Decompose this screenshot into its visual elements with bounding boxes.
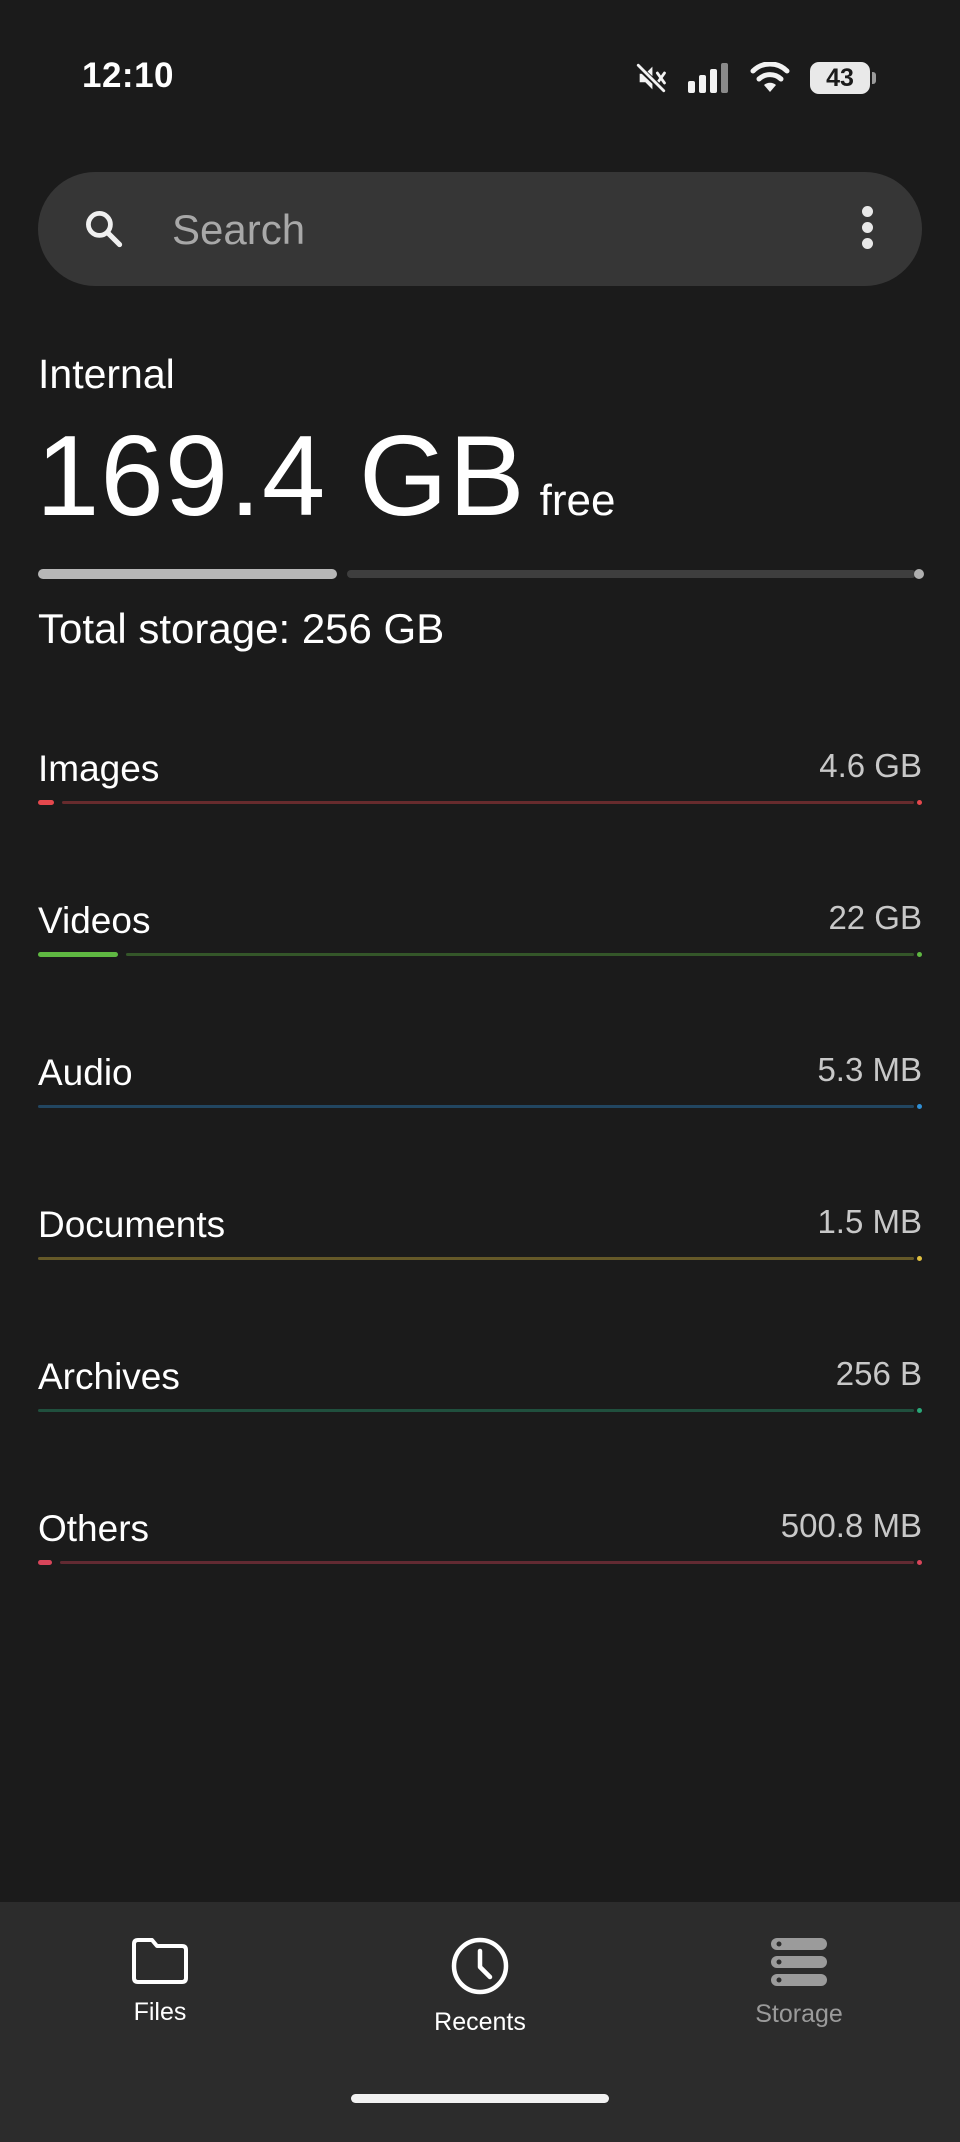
free-space: 169.4 GB free bbox=[36, 420, 616, 534]
nav-files-label: Files bbox=[133, 1998, 187, 2026]
file-manager-screen: 12:10 43 Search Internal 169.4 GB free T… bbox=[0, 0, 960, 2142]
storage-free-track bbox=[347, 570, 916, 578]
free-space-value: 169.4 GB bbox=[36, 413, 526, 540]
total-storage: Total storage: 256 GB bbox=[38, 605, 445, 652]
free-space-unit: free bbox=[539, 476, 616, 525]
category-size: 22 GB bbox=[828, 899, 922, 936]
folder-icon bbox=[60, 1936, 260, 1986]
category-name: Videos bbox=[38, 900, 151, 941]
more-vert-icon[interactable] bbox=[862, 206, 874, 250]
nav-files[interactable]: Files bbox=[60, 1936, 260, 2027]
status-bar: 12:10 43 bbox=[0, 0, 960, 150]
home-indicator[interactable] bbox=[351, 2094, 609, 2103]
storage-used-fill bbox=[38, 569, 337, 579]
mute-icon bbox=[634, 61, 668, 95]
storage-icon bbox=[699, 1936, 899, 1988]
status-time: 12:10 bbox=[82, 56, 175, 95]
battery-icon: 43 bbox=[810, 62, 876, 94]
category-name: Documents bbox=[38, 1204, 226, 1245]
category-bar-track bbox=[38, 1257, 914, 1260]
storage-bar-endcap bbox=[914, 569, 924, 579]
category-bar-track bbox=[38, 1105, 914, 1108]
category-bar bbox=[38, 1104, 922, 1109]
category-bar-track bbox=[60, 1561, 914, 1564]
search-input[interactable]: Search bbox=[172, 206, 305, 254]
nav-recents-label: Recents bbox=[434, 2008, 526, 2036]
category-bar bbox=[38, 1256, 922, 1261]
search-bar[interactable]: Search bbox=[38, 172, 922, 286]
category-size: 256 B bbox=[835, 1355, 922, 1392]
wifi-icon bbox=[750, 62, 790, 94]
category-archives[interactable]: Archives 256 B bbox=[38, 1355, 922, 1456]
category-bar-fill bbox=[38, 952, 118, 957]
category-name: Images bbox=[38, 748, 160, 789]
category-bar-endcap bbox=[917, 952, 922, 957]
clock-icon bbox=[380, 1936, 580, 1996]
signal-icon bbox=[688, 63, 730, 93]
category-size: 4.6 GB bbox=[819, 747, 922, 784]
battery-level: 43 bbox=[810, 62, 870, 94]
category-name: Archives bbox=[38, 1356, 180, 1397]
nav-recents[interactable]: Recents bbox=[380, 1936, 580, 2037]
category-bar bbox=[38, 952, 922, 957]
category-documents[interactable]: Documents 1.5 MB bbox=[38, 1203, 922, 1304]
category-name: Others bbox=[38, 1508, 150, 1549]
search-icon[interactable] bbox=[82, 207, 126, 256]
category-bar bbox=[38, 1408, 922, 1413]
category-size: 5.3 MB bbox=[817, 1051, 922, 1088]
category-size: 500.8 MB bbox=[780, 1507, 922, 1544]
storage-usage-bar bbox=[38, 569, 924, 579]
category-bar bbox=[38, 1560, 922, 1565]
category-bar-track bbox=[38, 1409, 914, 1412]
category-bar-endcap bbox=[917, 1256, 922, 1261]
category-bar-endcap bbox=[917, 1408, 922, 1413]
category-bar-endcap bbox=[917, 1560, 922, 1565]
category-videos[interactable]: Videos 22 GB bbox=[38, 899, 922, 1000]
category-bar-endcap bbox=[917, 1104, 922, 1109]
category-bar-fill bbox=[38, 800, 54, 805]
category-others[interactable]: Others 500.8 MB bbox=[38, 1507, 922, 1608]
nav-storage[interactable]: Storage bbox=[699, 1936, 899, 2029]
storage-volume-label: Internal bbox=[38, 351, 175, 397]
category-name: Audio bbox=[38, 1052, 133, 1093]
category-images[interactable]: Images 4.6 GB bbox=[38, 747, 922, 848]
category-bar bbox=[38, 800, 922, 805]
category-bar-track bbox=[126, 953, 914, 956]
category-bar-track bbox=[62, 801, 914, 804]
category-size: 1.5 MB bbox=[817, 1203, 922, 1240]
category-bar-fill bbox=[38, 1560, 52, 1565]
nav-storage-label: Storage bbox=[755, 2000, 843, 2028]
category-bar-endcap bbox=[917, 800, 922, 805]
bottom-navigation: Files Recents Storage bbox=[0, 1902, 960, 2142]
status-icons: 43 bbox=[634, 58, 876, 98]
category-audio[interactable]: Audio 5.3 MB bbox=[38, 1051, 922, 1152]
